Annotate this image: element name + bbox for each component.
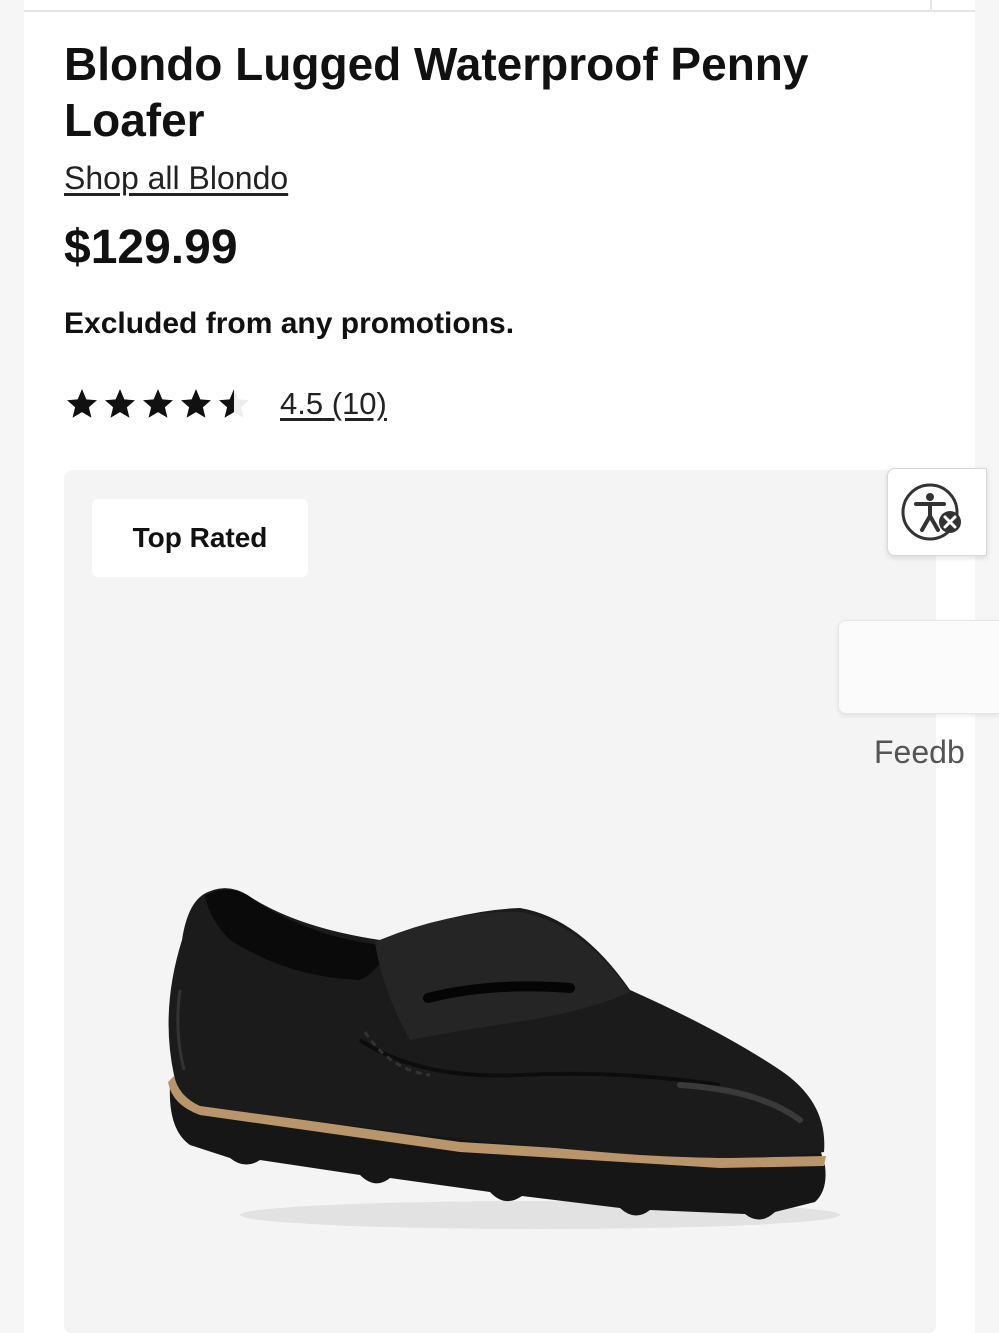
feedback-tab[interactable] (838, 620, 999, 714)
product-page: Blondo Lugged Waterproof Penny Loafer Sh… (0, 0, 999, 1333)
accessibility-icon (901, 483, 961, 541)
star-full-icon (67, 389, 97, 418)
star-full-icon (143, 389, 173, 418)
product-image-gallery[interactable]: Top Rated (64, 470, 936, 1333)
star-rating (64, 386, 254, 422)
product-image-loafer[interactable] (160, 870, 840, 1240)
feedback-label[interactable]: Feedb (874, 732, 975, 772)
rating-score: 4.5 (280, 386, 324, 421)
star-half-icon (219, 389, 249, 418)
shop-all-brand-link[interactable]: Shop all Blondo (64, 158, 288, 198)
top-rated-badge: Top Rated (92, 499, 308, 577)
product-title: Blondo Lugged Waterproof Penny Loafer (64, 38, 809, 146)
rating-link[interactable]: 4.5 (10) (280, 384, 387, 424)
review-count: (10) (331, 386, 387, 421)
top-divider-tick (930, 0, 932, 12)
star-full-icon (181, 389, 211, 418)
star-full-icon (105, 389, 135, 418)
promotion-exclusion-note: Excluded from any promotions. (64, 307, 515, 340)
accessibility-button[interactable] (887, 468, 987, 556)
product-price: $129.99 (64, 221, 238, 274)
rating-summary[interactable]: 4.5 (10) (64, 382, 387, 426)
left-margin (0, 0, 24, 1333)
top-divider (24, 10, 975, 12)
